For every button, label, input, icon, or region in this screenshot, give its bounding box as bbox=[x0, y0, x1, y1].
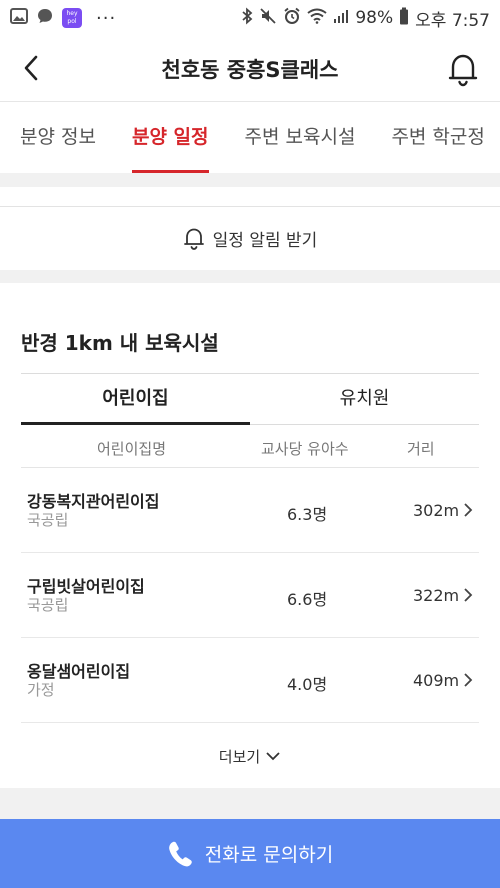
battery-icon bbox=[399, 7, 409, 30]
chevron-down-icon bbox=[266, 752, 280, 761]
call-label: 전화로 문의하기 bbox=[204, 844, 334, 866]
distance: 302m bbox=[413, 501, 460, 520]
table-row[interactable]: 구립빗살어린이집 국공립 6.6명 322m bbox=[21, 553, 479, 638]
column-header-distance: 거리 bbox=[407, 440, 435, 458]
app-badge-icon: hey pol bbox=[62, 8, 82, 28]
teacher-child-ratio: 4.0명 bbox=[287, 675, 328, 694]
tab-daycare[interactable]: 어린이집 bbox=[21, 374, 250, 425]
page-title: 천호동 중흥S클래스 bbox=[161, 57, 339, 82]
battery-percent: 98% bbox=[355, 8, 394, 28]
section-divider bbox=[0, 270, 500, 283]
alarm-clock-icon bbox=[283, 7, 301, 30]
facility-type-tabs: 어린이집 유치원 bbox=[21, 373, 479, 425]
teacher-child-ratio: 6.3명 bbox=[287, 505, 328, 524]
status-bar: hey pol ··· 98% 오후 7:57 bbox=[0, 0, 500, 36]
tab-sale-info[interactable]: 분양 정보 bbox=[0, 103, 114, 173]
tab-nearby-school-district[interactable]: 주변 학군정 bbox=[373, 103, 500, 173]
bluetooth-icon bbox=[241, 7, 253, 30]
alarm-label: 일정 알림 받기 bbox=[212, 230, 318, 251]
table-row[interactable]: 강동복지관어린이집 국공립 6.3명 302m bbox=[21, 468, 479, 553]
section-title: 반경 1km 내 보육시설 bbox=[21, 331, 219, 355]
table-row[interactable]: 옹달샘어린이집 가정 4.0명 409m bbox=[21, 638, 479, 723]
tab-sale-schedule[interactable]: 분양 일정 bbox=[114, 103, 227, 173]
column-header-name: 어린이집명 bbox=[97, 440, 167, 458]
phone-icon bbox=[168, 841, 192, 866]
section-tabs: 분양 정보 분양 일정 주변 보육시설 주변 학군정 bbox=[0, 103, 500, 173]
mute-icon bbox=[259, 7, 277, 30]
section-divider bbox=[0, 788, 500, 819]
chevron-left-icon bbox=[24, 55, 38, 81]
distance: 322m bbox=[413, 586, 460, 605]
gallery-icon bbox=[10, 7, 28, 29]
chat-icon bbox=[36, 7, 54, 30]
tab-kindergarten[interactable]: 유치원 bbox=[250, 374, 479, 424]
distance: 409m bbox=[413, 671, 460, 690]
clock-time: 오후 7:57 bbox=[415, 10, 490, 31]
wifi-icon bbox=[307, 8, 327, 29]
schedule-alarm-button[interactable]: 일정 알림 받기 bbox=[0, 207, 500, 269]
teacher-child-ratio: 6.6명 bbox=[287, 590, 328, 609]
facility-type: 국공립 bbox=[27, 511, 69, 529]
more-notifications-icon: ··· bbox=[96, 7, 117, 29]
bell-icon bbox=[183, 228, 204, 250]
column-header-ratio: 교사당 유아수 bbox=[261, 440, 349, 458]
section-divider bbox=[0, 173, 500, 187]
chevron-right-icon bbox=[464, 588, 473, 602]
signal-icon bbox=[333, 8, 349, 29]
facility-type: 국공립 bbox=[27, 596, 69, 614]
bell-icon bbox=[448, 54, 478, 87]
more-button[interactable]: 더보기 bbox=[0, 738, 500, 774]
table-header: 어린이집명 교사당 유아수 거리 bbox=[21, 426, 479, 468]
facility-type: 가정 bbox=[27, 681, 55, 699]
more-label: 더보기 bbox=[218, 747, 261, 766]
notification-button[interactable] bbox=[446, 50, 480, 88]
chevron-right-icon bbox=[464, 673, 473, 687]
back-button[interactable] bbox=[14, 51, 48, 85]
top-app-bar: 천호동 중흥S클래스 bbox=[0, 36, 500, 102]
chevron-right-icon bbox=[464, 503, 473, 517]
tab-nearby-childcare[interactable]: 주변 보육시설 bbox=[227, 103, 374, 173]
call-inquiry-button[interactable]: 전화로 문의하기 bbox=[0, 819, 500, 888]
